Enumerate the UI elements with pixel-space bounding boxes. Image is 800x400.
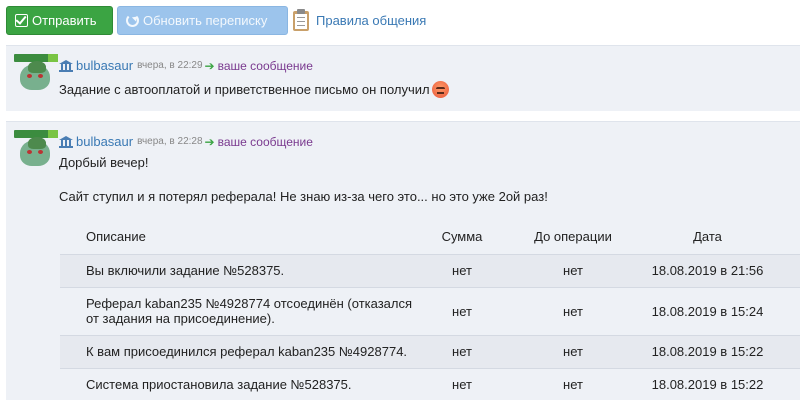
message: bulbasaur вчера, в 22:28 ➔ ваше сообщени… [6, 121, 800, 400]
message-meta: bulbasaur вчера, в 22:28 ➔ ваше сообщени… [59, 134, 313, 149]
rules-link[interactable]: Правила общения [292, 6, 426, 34]
column-header-date: Дата [693, 229, 722, 245]
refresh-button-label: Обновить переписку [143, 13, 268, 28]
operations-table: Описание Сумма До операции Дата Вы включ… [60, 220, 800, 400]
row-sum: нет [417, 367, 507, 400]
row-before: нет [507, 367, 639, 400]
table-header: Описание Сумма До операции Дата [60, 220, 800, 254]
refresh-conversation-button[interactable]: Обновить переписку [117, 6, 288, 35]
arrow-right-icon: ➔ [204, 134, 215, 149]
author-link[interactable]: bulbasaur [76, 58, 133, 73]
row-description: К вам присоединился реферал kaban235 №49… [60, 334, 417, 368]
bank-icon [59, 135, 73, 148]
avatar[interactable] [14, 130, 58, 170]
row-before: нет [507, 286, 639, 335]
message-direction: ваше сообщение [217, 134, 313, 149]
row-description: Система приостановила задание №528375. [60, 367, 417, 400]
row-sum: нет [417, 334, 507, 368]
table-row: Система приостановила задание №528375. н… [60, 367, 800, 400]
toolbar: Отправить Обновить переписку Правила общ… [0, 0, 800, 40]
table-row: Реферал kaban235 №4928774 отсоединён (от… [60, 286, 800, 335]
row-description: Реферал kaban235 №4928774 отсоединён (от… [60, 286, 417, 335]
row-sum: нет [417, 286, 507, 335]
message-text: Задание с автооплатой и приветственное п… [59, 81, 449, 98]
row-description: Вы включили задание №528375. [60, 253, 417, 287]
table-row: К вам присоединился реферал kaban235 №49… [60, 334, 800, 368]
message-meta: bulbasaur вчера, в 22:29 ➔ ваше сообщени… [59, 58, 313, 73]
angry-emoji-icon [431, 81, 449, 98]
message-time: вчера, в 22:28 [137, 136, 203, 147]
row-description-line: Реферал kaban235 №4928774 отсоединён (от… [86, 296, 413, 311]
table-row: Вы включили задание №528375. нет нет 18.… [60, 253, 800, 287]
author-link[interactable]: bulbasaur [76, 134, 133, 149]
message-body: Задание с автооплатой и приветственное п… [59, 82, 430, 97]
message-time: вчера, в 22:29 [137, 60, 203, 71]
row-date: 18.08.2019 в 15:22 [639, 334, 800, 368]
clipboard-icon [292, 8, 310, 32]
refresh-icon [126, 14, 139, 27]
rules-link-label[interactable]: Правила общения [316, 13, 426, 28]
row-date: 18.08.2019 в 21:56 [639, 253, 800, 287]
message-text: Сайт ступил и я потерял реферала! Не зна… [59, 189, 548, 204]
row-date: 18.08.2019 в 15:22 [639, 367, 800, 400]
message: bulbasaur вчера, в 22:29 ➔ ваше сообщени… [6, 45, 800, 111]
bank-icon [59, 59, 73, 72]
message-direction: ваше сообщение [217, 58, 313, 73]
message-greeting: Дорбый вечер! [59, 155, 149, 170]
row-description-line: от задания на присоединение). [86, 311, 275, 326]
check-icon [15, 14, 28, 27]
send-button-label: Отправить [32, 13, 97, 28]
column-header-before: До операции [534, 229, 612, 245]
column-header-sum: Сумма [441, 229, 483, 245]
avatar[interactable] [14, 54, 58, 94]
row-before: нет [507, 253, 639, 287]
column-header-description: Описание [86, 229, 146, 245]
row-before: нет [507, 334, 639, 368]
arrow-right-icon: ➔ [204, 58, 215, 73]
row-date: 18.08.2019 в 15:24 [639, 286, 800, 335]
send-button[interactable]: Отправить [6, 6, 113, 35]
row-sum: нет [417, 253, 507, 287]
